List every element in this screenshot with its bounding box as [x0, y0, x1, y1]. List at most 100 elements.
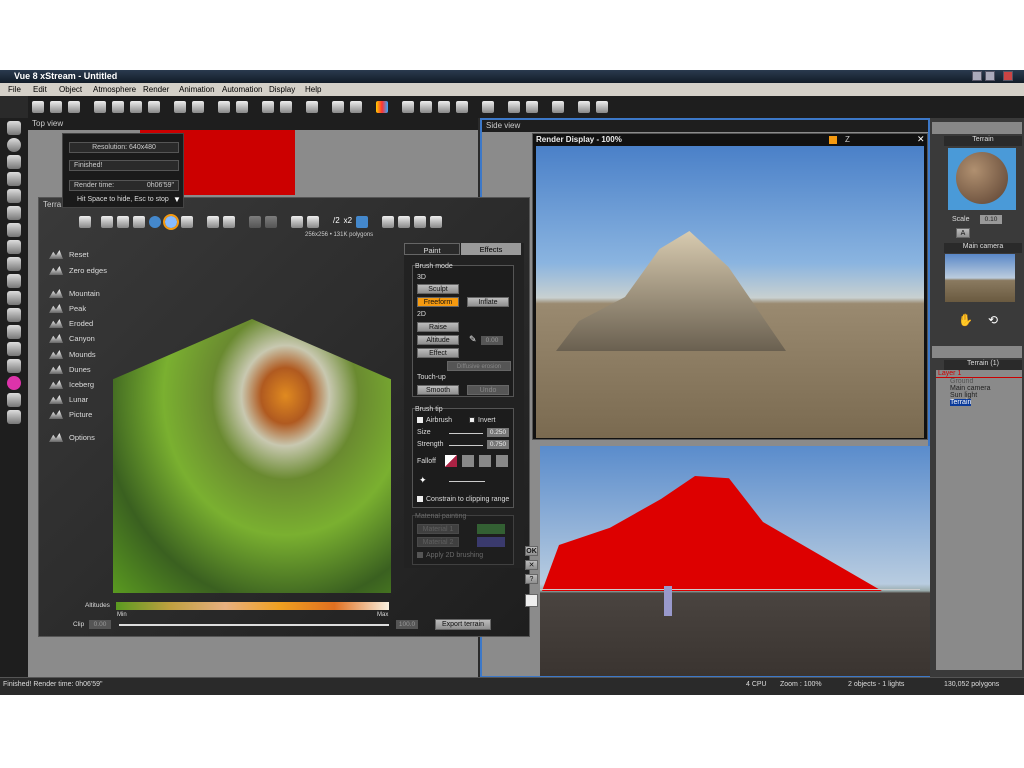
- menu-automation[interactable]: Automation: [222, 83, 262, 94]
- brush-icon[interactable]: [7, 274, 21, 288]
- menu-object[interactable]: Object: [59, 83, 82, 94]
- search-icon[interactable]: [350, 101, 362, 113]
- plant-icon[interactable]: [7, 223, 21, 237]
- close-icon[interactable]: ✕: [917, 134, 925, 145]
- zoom-in-icon[interactable]: [438, 101, 450, 113]
- constrain-checkbox[interactable]: Constrain to clipping range: [417, 496, 509, 503]
- sphere-icon[interactable]: [7, 138, 21, 152]
- atmosphere-icon[interactable]: [262, 101, 274, 113]
- undo-icon[interactable]: [174, 101, 186, 113]
- open-icon[interactable]: [50, 101, 62, 113]
- animation-icon[interactable]: [526, 101, 538, 113]
- effect-button[interactable]: Effect: [417, 348, 459, 358]
- render-area-icon[interactable]: [236, 101, 248, 113]
- zoom-fit-icon[interactable]: [402, 101, 414, 113]
- figure-icon[interactable]: [7, 410, 21, 424]
- mountain-add-icon[interactable]: [430, 216, 443, 228]
- clapper-icon[interactable]: [552, 101, 564, 113]
- halve-resolution-button[interactable]: /2: [333, 216, 340, 228]
- undo-button[interactable]: Undo: [467, 385, 509, 395]
- preset-eroded[interactable]: Eroded: [49, 319, 93, 328]
- altitude-button[interactable]: Altitude: [417, 335, 459, 345]
- terrain-icon[interactable]: [7, 172, 21, 186]
- eyedropper-icon[interactable]: ✎: [469, 334, 477, 345]
- invert-checkbox[interactable]: Invert: [469, 417, 496, 424]
- terrain-3d-preview[interactable]: [113, 319, 391, 593]
- tab-paint[interactable]: Paint: [404, 243, 460, 255]
- double-resolution-button[interactable]: x2: [344, 216, 352, 228]
- preset-iceberg[interactable]: Iceberg: [49, 380, 94, 389]
- cut-icon[interactable]: [94, 101, 106, 113]
- sculpt-button[interactable]: Sculpt: [417, 284, 459, 294]
- cloud-icon[interactable]: [181, 216, 193, 228]
- material-icon[interactable]: [306, 101, 318, 113]
- menu-edit[interactable]: Edit: [33, 83, 47, 94]
- menu-animation[interactable]: Animation: [179, 83, 215, 94]
- material-sphere-icon[interactable]: [7, 376, 21, 390]
- effect-select[interactable]: Diffusive erosion: [447, 361, 511, 371]
- size-slider[interactable]: [449, 433, 483, 434]
- preset-lunar[interactable]: Lunar: [49, 395, 88, 404]
- zoom-region-icon[interactable]: [101, 216, 113, 228]
- tree-item-ground[interactable]: Ground: [936, 378, 1022, 385]
- pan-hand-icon[interactable]: ✋: [958, 313, 973, 327]
- tab-effects[interactable]: Effects: [461, 243, 521, 255]
- redo-icon[interactable]: [192, 101, 204, 113]
- world-browser-tabs[interactable]: [932, 346, 1022, 358]
- render-icon[interactable]: [218, 101, 230, 113]
- erode-icon[interactable]: [133, 216, 145, 228]
- minimize-button[interactable]: [972, 71, 982, 81]
- menu-atmosphere[interactable]: Atmosphere: [93, 83, 136, 94]
- zoom-icon[interactable]: [420, 101, 432, 113]
- help-button[interactable]: ?: [525, 574, 538, 584]
- tree-item-terrain[interactable]: Terrain: [936, 399, 1022, 406]
- brush-shape-icon[interactable]: ✦: [419, 475, 427, 486]
- zoom-out-icon[interactable]: [456, 101, 468, 113]
- menu-file[interactable]: File: [8, 83, 21, 94]
- tree-item-camera[interactable]: Main camera: [936, 385, 1022, 392]
- boolean-icon[interactable]: [7, 291, 21, 305]
- tree-icon[interactable]: [7, 240, 21, 254]
- falloff-flat-icon[interactable]: [496, 455, 508, 467]
- mountain-red-icon[interactable]: [414, 216, 427, 228]
- material-preview[interactable]: [948, 148, 1016, 210]
- maximize-button[interactable]: [985, 71, 995, 81]
- copy-icon[interactable]: [112, 101, 124, 113]
- material-1-button[interactable]: Material 1: [417, 524, 459, 534]
- camera-icon[interactable]: [7, 393, 21, 407]
- paste-terrain-icon[interactable]: [223, 216, 235, 228]
- panel-tabs[interactable]: [932, 122, 1022, 134]
- view-icon[interactable]: [79, 216, 91, 228]
- collapse-arrow-icon[interactable]: ▼: [173, 195, 181, 204]
- light-icon[interactable]: [7, 257, 21, 271]
- mapping-mode-select[interactable]: A: [956, 228, 970, 238]
- close-button[interactable]: [1003, 71, 1013, 81]
- duplicate-icon[interactable]: [148, 101, 160, 113]
- preset-mountain[interactable]: Mountain: [49, 289, 100, 298]
- inflate-button[interactable]: Inflate: [467, 297, 509, 307]
- tree-item-layer[interactable]: Layer 1: [936, 370, 1022, 378]
- redo-icon[interactable]: [265, 216, 277, 228]
- orbit-icon[interactable]: ⟲: [988, 313, 998, 327]
- rock-icon[interactable]: [7, 206, 21, 220]
- clip-max-field[interactable]: 100.0: [396, 620, 418, 629]
- sphere-mode-icon[interactable]: [163, 214, 179, 230]
- copy-terrain-icon[interactable]: [207, 216, 219, 228]
- raise-button[interactable]: Raise: [417, 322, 459, 332]
- menu-display[interactable]: Display: [269, 83, 295, 94]
- scale-field[interactable]: 0.10: [980, 215, 1002, 224]
- falloff-smooth-icon[interactable]: [462, 455, 474, 467]
- apply-2d-checkbox[interactable]: Apply 2D brushing: [417, 552, 483, 559]
- undo-icon[interactable]: [249, 216, 261, 228]
- preset-mounds[interactable]: Mounds: [49, 350, 96, 359]
- document-icon[interactable]: [525, 594, 538, 607]
- material-2-swatch[interactable]: [477, 537, 505, 547]
- airbrush-checkbox[interactable]: Airbrush: [417, 417, 452, 424]
- procedural-terrain-icon[interactable]: [7, 189, 21, 203]
- altitude-gradient[interactable]: [116, 602, 389, 610]
- preset-canyon[interactable]: Canyon: [49, 334, 95, 343]
- freeform-button[interactable]: Freeform: [417, 297, 459, 307]
- strength-slider[interactable]: [449, 445, 483, 446]
- options-icon[interactable]: [596, 101, 608, 113]
- z-button[interactable]: Z: [845, 135, 850, 144]
